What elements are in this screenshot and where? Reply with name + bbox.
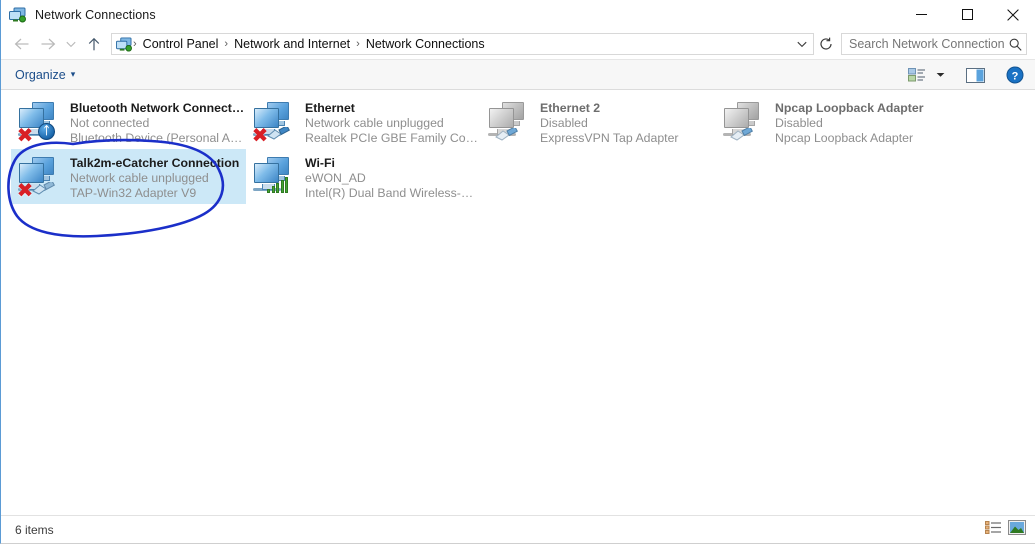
list-item-device: Bluetooth Device (Personal Area ... [70,131,246,145]
svg-text:?: ? [1012,70,1019,82]
view-options-icon[interactable] [904,60,930,90]
window-controls [898,0,1035,29]
list-item-status: eWON_AD [305,171,366,185]
organize-button[interactable]: Organize ▾ [15,68,75,82]
cable-plug-icon [31,180,55,196]
list-item-device: ExpressVPN Tap Adapter [540,131,679,145]
cable-plug-icon [266,125,290,141]
up-arrow-icon[interactable] [81,31,107,57]
list-item-status: Not connected [70,116,150,130]
list-item-device: Intel(R) Dual Band Wireless-AC 82... [305,186,481,200]
list-item-status: Disabled [540,116,588,130]
view-options-chevron-down-icon[interactable] [932,60,948,90]
command-bar: Organize ▾ ? [1,59,1035,90]
cable-plug-icon [729,126,753,142]
organize-label: Organize [15,67,66,82]
list-item-wi-fi[interactable]: Wi-Fi eWON_AD Intel(R) Dual Band Wireles… [246,149,481,204]
command-bar-right: ? [904,60,1028,90]
breadcrumb-item-network-connections[interactable]: Network Connections [361,37,490,51]
breadcrumb: › Control Panel › Network and Internet ›… [132,37,791,51]
connections-list: ✖ ᛏ Bluetooth Network Connection Not con… [1,90,1035,515]
list-item-talk2m-ecatcher-connection[interactable]: ✖ Talk2m-eCatcher Connection Network cab… [11,149,246,204]
search-icon[interactable] [1004,38,1026,51]
address-bar[interactable]: › Control Panel › Network and Internet ›… [111,33,814,55]
bluetooth-badge-icon: ᛏ [38,123,55,140]
breadcrumb-item-network-and-internet[interactable]: Network and Internet [229,37,355,51]
tiles-container: ✖ ᛏ Bluetooth Network Connection Not con… [11,94,1021,204]
list-item-ethernet-2[interactable]: Ethernet 2 Disabled ExpressVPN Tap Adapt… [481,94,716,149]
close-button[interactable] [990,0,1035,29]
list-item-status: Network cable unplugged [305,116,444,130]
ethernet-adapter-icon [486,100,534,146]
list-item-name: Wi-Fi [305,156,335,170]
list-item-name: Talk2m-eCatcher Connection [70,156,240,170]
help-icon[interactable]: ? [1002,60,1028,90]
title-bar: Network Connections [1,0,1035,29]
breadcrumb-item-control-panel[interactable]: Control Panel [138,37,224,51]
navigation-bar: › Control Panel › Network and Internet ›… [1,29,1035,59]
list-item-device: Npcap Loopback Adapter [775,131,914,145]
list-item-name: Ethernet 2 [540,101,601,115]
status-bar: 6 items [1,515,1035,543]
back-arrow-icon[interactable] [9,31,35,57]
list-item-name: Ethernet [305,101,355,115]
list-item-npcap-loopback-adapter[interactable]: Npcap Loopback Adapter Disabled Npcap Lo… [716,94,951,149]
list-item-status: Disabled [775,116,823,130]
search-input[interactable]: Search Network Connections [842,37,1004,51]
list-item-device: Realtek PCIe GBE Family Controller [305,131,481,145]
ethernet-adapter-icon [721,100,769,146]
large-icons-view-icon[interactable] [1008,519,1026,540]
list-item-name: Bluetooth Network Connection [70,101,246,115]
wifi-adapter-icon [251,155,299,201]
maximize-button[interactable] [944,0,990,29]
view-buttons [985,516,1026,543]
network-connections-icon [9,7,26,23]
list-item-status: Network cable unplugged [70,171,209,185]
refresh-icon[interactable] [814,31,838,57]
window-title: Network Connections [35,7,156,22]
list-item-ethernet[interactable]: ✖ Ethernet Network cable unplugged Realt… [246,94,481,149]
network-connections-window: Network Connections › Control Panel › Ne… [0,0,1035,544]
chevron-down-icon: ▾ [70,69,76,79]
item-count-label: 6 items [15,522,54,537]
bluetooth-adapter-icon: ✖ ᛏ [16,100,64,146]
forward-arrow-icon[interactable] [35,31,61,57]
details-view-icon[interactable] [985,520,1002,540]
list-item-name: Npcap Loopback Adapter [775,101,924,115]
ethernet-adapter-icon: ✖ [16,155,64,201]
breadcrumb-network-connections-icon [116,36,132,52]
list-item-device: TAP-Win32 Adapter V9 [70,186,197,200]
ethernet-adapter-icon: ✖ [251,100,299,146]
list-item-bluetooth-network-connection[interactable]: ✖ ᛏ Bluetooth Network Connection Not con… [11,94,246,149]
minimize-button[interactable] [898,0,944,29]
search-box[interactable]: Search Network Connections [841,33,1027,55]
recent-locations-chevron-down-icon[interactable] [61,31,81,57]
signal-strength-icon [267,177,289,193]
address-chevron-down-icon[interactable] [791,34,813,55]
cable-plug-icon [494,126,518,142]
preview-pane-icon[interactable] [962,60,988,90]
disconnected-x-icon: ✖ [16,123,34,147]
